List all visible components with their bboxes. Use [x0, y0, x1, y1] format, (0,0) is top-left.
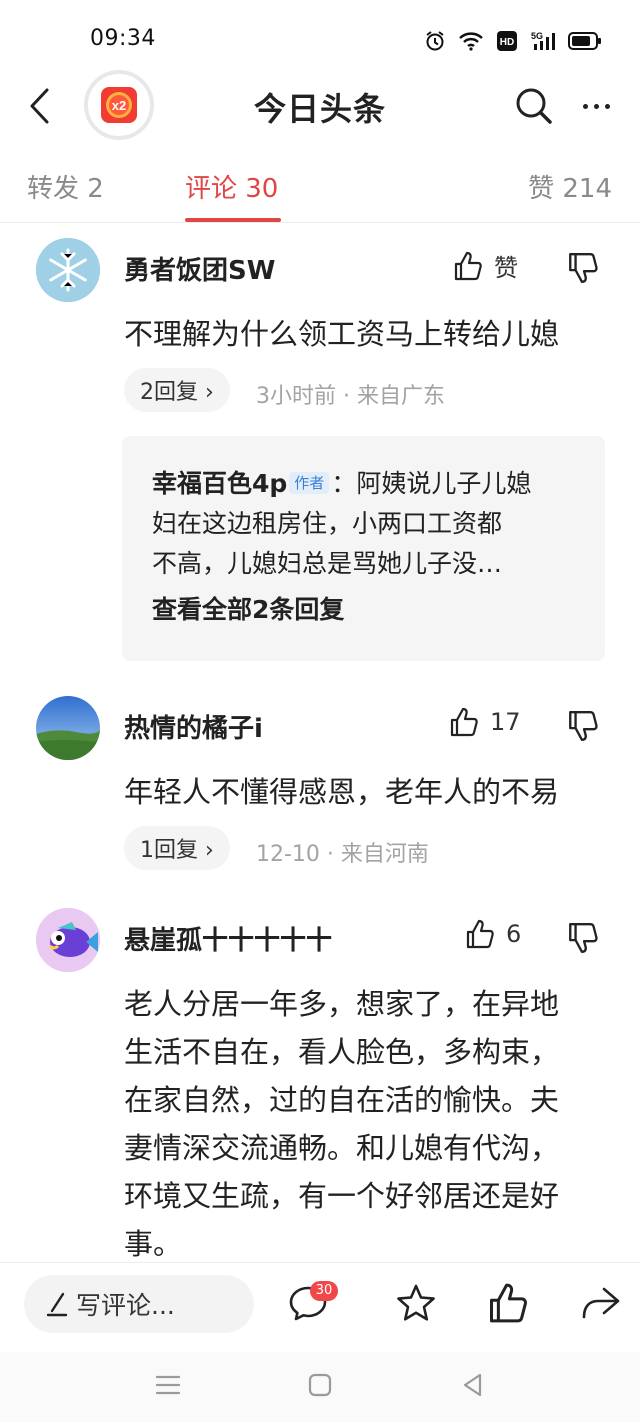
avatar[interactable] — [36, 238, 100, 302]
dislike-button[interactable] — [566, 709, 600, 743]
reply-count-button[interactable]: 1回复 › — [124, 826, 230, 870]
dislike-button[interactable] — [566, 921, 600, 955]
like-button[interactable]: 赞 — [452, 248, 518, 283]
write-comment-placeholder: 写评论... — [76, 1291, 175, 1320]
comment-text-line: 在家自然，过的自在活的愉快。夫 — [124, 1083, 560, 1117]
comment-text-line: 老人分居一年多，想家了，在异地 — [124, 987, 560, 1021]
tab-repost[interactable]: 转发 2 — [27, 168, 104, 205]
share-arrow-icon — [582, 1287, 620, 1319]
reply-count-button[interactable]: 2回复 › — [124, 368, 230, 412]
recent-apps-button[interactable] — [153, 1370, 183, 1400]
comment-text: 不理解为什么领工资马上转给儿媳 — [124, 317, 560, 351]
comment-item: 勇者饭团SW 赞 不理解为什么领工资马上转给儿媳 2回复 › 3小时前 · 来自… — [0, 236, 640, 666]
battery-icon — [568, 32, 601, 50]
svg-text:HD: HD — [500, 37, 514, 48]
more-button[interactable] — [576, 84, 616, 128]
thumbs-down-icon — [569, 711, 598, 741]
thumbs-up-icon — [454, 251, 482, 280]
like-count: 17 — [490, 708, 521, 736]
tab-comments[interactable]: 评论 30 — [185, 168, 278, 205]
like-button[interactable]: 17 — [448, 706, 521, 738]
dislike-button[interactable] — [566, 251, 600, 285]
home-button[interactable] — [305, 1370, 335, 1400]
comment-text-line: 事。 — [124, 1227, 183, 1261]
reply-preview[interactable]: 幸福百色4p 作者 ：阿姨说儿子儿媳 妇在这边租房住，小两口工资都 不高，儿媳妇总是… — [122, 436, 605, 661]
comment-meta: 3小时前 · 来自广东 — [256, 384, 445, 409]
comment-text-line: 妻情深交流通畅。和儿媳有代沟， — [124, 1131, 560, 1165]
share-button[interactable] — [578, 1281, 622, 1325]
search-button[interactable] — [512, 84, 556, 128]
pen-icon — [46, 1292, 68, 1317]
like-post-button[interactable] — [486, 1281, 530, 1325]
comment-meta: 12-10 · 来自河南 — [256, 842, 429, 867]
landscape-avatar-icon — [36, 696, 100, 760]
author-badge: 作者 — [289, 472, 330, 494]
like-label: 赞 — [494, 254, 518, 282]
header: x2 今日头条 — [0, 66, 640, 146]
view-all-replies-link[interactable]: 查看全部2条回复 — [152, 590, 575, 630]
reply-username[interactable]: 幸福百色4p — [152, 469, 287, 498]
thumbs-up-icon — [450, 707, 478, 737]
comment-item: 悬崖孤十十十十十 6 老人分居一年多，想家了，在异地 生活不自在，看人脸色，多构… — [0, 906, 640, 1262]
avatar[interactable] — [36, 696, 100, 760]
comment-username[interactable]: 悬崖孤十十十十十 — [124, 920, 332, 957]
reply-text: 妇在这边租房住，小两口工资都 — [152, 509, 503, 538]
thumbs-down-icon — [569, 923, 598, 953]
hd-icon: HD — [497, 31, 517, 51]
reply-line: 幸福百色4p 作者 ：阿姨说儿子儿媳 — [152, 464, 575, 504]
active-tab-indicator — [185, 218, 281, 222]
bottom-action-bar: 写评论... 30 — [0, 1262, 640, 1348]
thumbs-up-icon — [489, 1283, 527, 1323]
star-icon — [397, 1284, 435, 1321]
write-comment-input[interactable]: 写评论... — [24, 1275, 254, 1333]
like-count: 6 — [506, 920, 522, 948]
comment-username[interactable]: 热情的橘子i — [124, 708, 263, 745]
comment-username[interactable]: 勇者饭团SW — [124, 250, 275, 287]
status-icons: HD 5G — [424, 26, 602, 56]
alarm-icon — [426, 31, 444, 51]
snowflake-avatar-icon — [36, 238, 100, 302]
fish-avatar-icon — [36, 908, 100, 972]
comment-text: 老人分居一年多，想家了，在异地 生活不自在，看人脸色，多构束， 在家自然，过的自… — [124, 980, 608, 1262]
comment-text: 年轻人不懂得感恩，老年人的不易 — [124, 775, 560, 809]
status-bar: 09:34 HD 5G — [0, 0, 640, 76]
wifi-icon — [459, 32, 483, 51]
status-time: 09:34 — [90, 26, 156, 51]
like-button[interactable]: 6 — [464, 918, 521, 950]
comment-item: 热情的橘子i 17 年轻人不懂得感恩，老年人的不易 1回复 › 12-10 · … — [0, 694, 640, 884]
comment-text-line: 环境又生疏，有一个好邻居还是好 — [124, 1179, 560, 1213]
avatar[interactable] — [36, 908, 100, 972]
more-dot-icon — [582, 103, 588, 109]
favorite-button[interactable] — [394, 1281, 438, 1325]
thumbs-down-icon — [569, 253, 598, 283]
triangle-back-icon — [463, 1373, 482, 1397]
5g-signal-icon: 5G — [531, 31, 555, 50]
tab-bar: 转发 2 评论 30 赞 214 — [0, 156, 640, 223]
search-icon — [516, 88, 552, 124]
square-icon — [308, 1373, 332, 1397]
more-dot-icon — [593, 103, 599, 109]
more-dot-icon — [604, 103, 610, 109]
system-nav-bar — [0, 1352, 640, 1422]
back-nav-button[interactable] — [458, 1370, 488, 1400]
reply-text: 不高，儿媳妇总是骂她儿子没… — [152, 549, 503, 578]
thumbs-up-icon — [466, 919, 494, 949]
comment-text-line: 生活不自在，看人脸色，多构束， — [124, 1035, 560, 1069]
tab-likes[interactable]: 赞 214 — [528, 168, 612, 205]
reply-text: ：阿姨说儿子儿媳 — [331, 469, 532, 498]
svg-text:5G: 5G — [531, 31, 543, 41]
comment-count-badge: 30 — [310, 1281, 338, 1301]
menu-lines-icon — [155, 1375, 181, 1395]
